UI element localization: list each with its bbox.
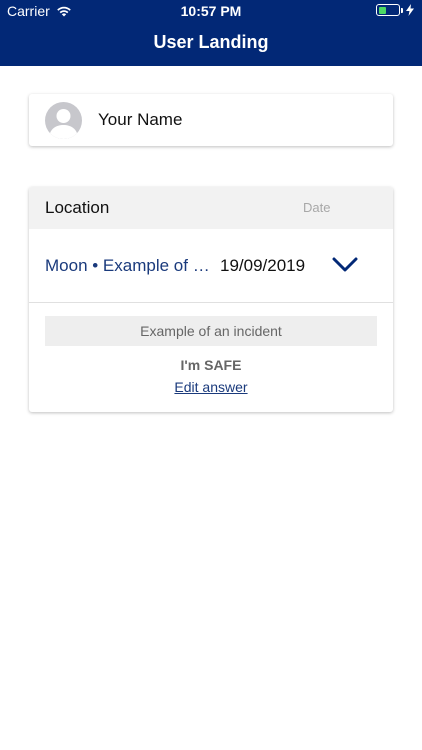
edit-answer-row: Edit answer [29, 379, 393, 395]
charging-bolt-icon [406, 4, 414, 16]
status-bar: Carrier 10:57 PM [0, 0, 422, 22]
profile-card[interactable]: Your Name [29, 94, 393, 146]
incident-row[interactable]: Moon • Example of an incident 19/09/2019 [29, 229, 393, 303]
battery-icon [376, 4, 400, 16]
battery-fill [378, 6, 387, 14]
profile-name: Your Name [98, 110, 183, 129]
chevron-down-icon[interactable] [332, 255, 358, 275]
incident-title: Moon • Example of an incident [45, 256, 215, 275]
avatar [45, 101, 82, 139]
edit-answer-link[interactable]: Edit answer [174, 379, 247, 395]
date-column-label: Date [303, 200, 331, 215]
clock: 10:57 PM [180, 3, 242, 19]
page-title: User Landing [153, 32, 269, 52]
incident-list-header: Location Date [29, 187, 393, 229]
battery-tip [401, 7, 403, 13]
user-avatar-placeholder-icon [49, 108, 78, 139]
incident-card: Location Date Moon • Example of an incid… [29, 187, 393, 412]
incident-date: 19/09/2019 [220, 256, 306, 275]
battery-indicator [376, 4, 414, 16]
answer-status: I'm SAFE [180, 357, 242, 373]
app-header: Carrier 10:57 PM User Landing [0, 0, 422, 66]
incident-name-box: Example of an incident [45, 316, 377, 346]
location-column-label: Location [45, 198, 110, 217]
